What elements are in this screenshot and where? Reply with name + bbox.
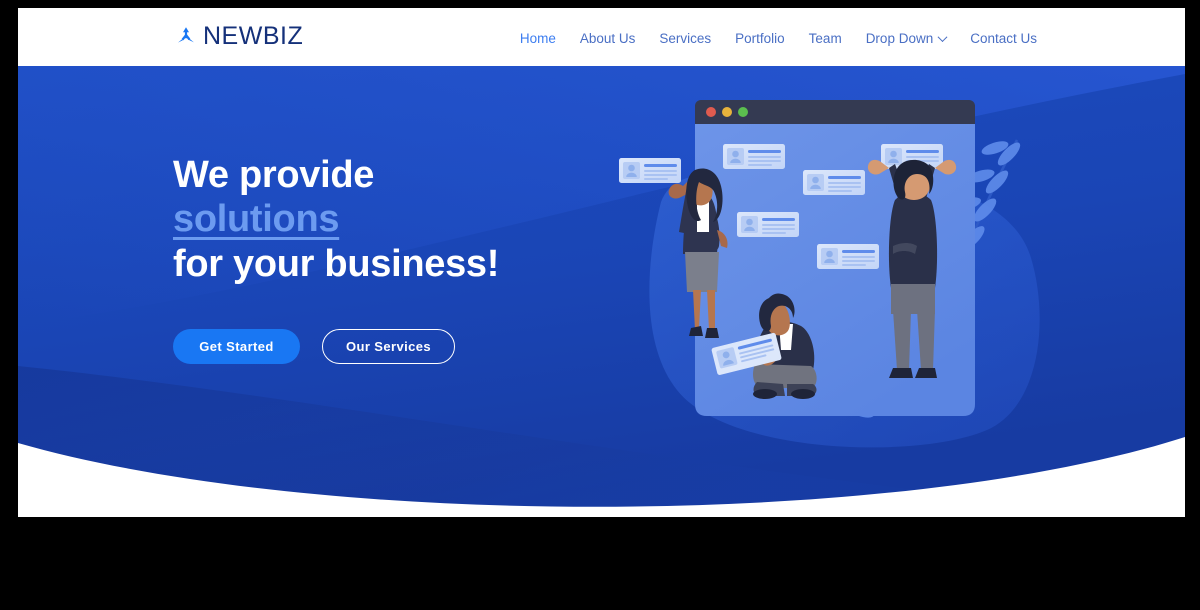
nav-item-label: Team [808,31,842,46]
headline-line-3: for your business! [173,242,500,285]
profile-card [619,158,681,183]
profile-card [723,144,785,169]
get-started-label: Get Started [199,339,274,354]
window-dot-yellow [722,107,732,117]
nav-item-home[interactable]: Home [508,27,568,50]
nav-item-label: Drop Down [865,31,934,46]
nav-item-contact-us[interactable]: Contact Us [958,27,1049,50]
brand-logo[interactable]: NEWBIZ [173,22,303,51]
nav-item-label: About Us [579,31,636,46]
hero-section: We provide solutions for your business! … [18,66,1185,517]
profile-card [803,170,865,195]
nav-item-label: Home [519,31,556,46]
profile-card [737,212,799,237]
nav-item-label: Contact Us [970,31,1037,46]
window-dot-green [738,107,748,117]
nav-item-label: Portfolio [735,31,785,46]
main-nav: Home About Us Services Portfolio Team Dr… [508,27,1049,50]
nav-item-team[interactable]: Team [797,27,854,50]
hero-copy: We provide solutions for your business! [173,153,593,286]
our-services-button[interactable]: Our Services [322,329,455,364]
nav-item-portfolio[interactable]: Portfolio [723,27,797,50]
site-header: NEWBIZ Home About Us Services Portfolio … [18,8,1185,66]
nav-item-services[interactable]: Services [647,27,723,50]
nav-item-label: Services [659,31,712,46]
chevron-down-icon [937,32,948,43]
profile-card [817,244,879,269]
nav-item-drop-down[interactable]: Drop Down [854,27,959,50]
get-started-button[interactable]: Get Started [173,329,300,364]
team-pinning-profile-cards-illustration [617,82,1047,462]
page-sheet: NEWBIZ Home About Us Services Portfolio … [18,8,1185,517]
window-dot-red [706,107,716,117]
headline-line-2-accent: solutions [173,198,340,241]
headline-line-1: We provide [173,154,375,196]
hero-cta-group: Get Started Our Services [173,329,455,364]
our-services-label: Our Services [345,339,431,354]
nav-item-about-us[interactable]: About Us [568,27,648,50]
brand-name: NEWBIZ [203,22,304,50]
arrows-diverge-icon [173,24,199,50]
